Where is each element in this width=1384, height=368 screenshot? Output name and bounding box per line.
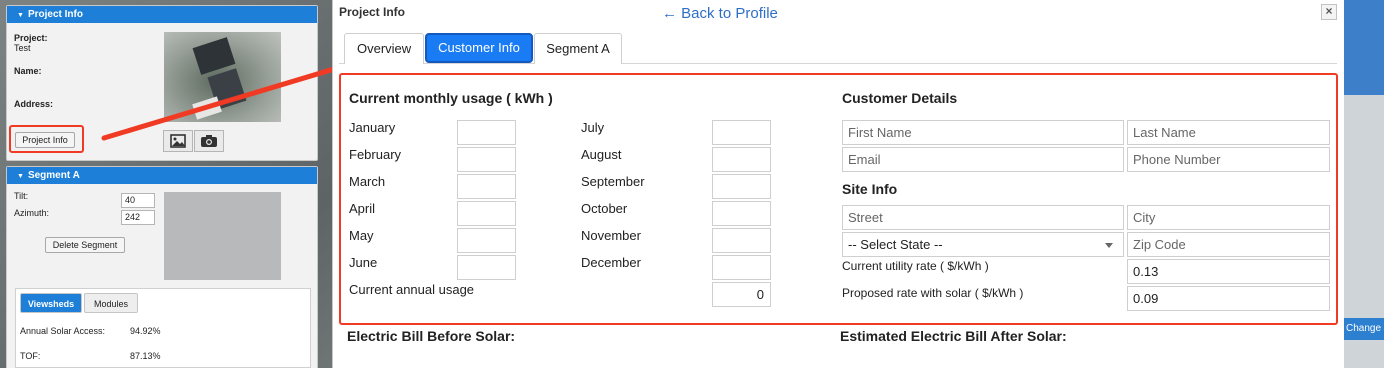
modal-title: Project Info xyxy=(339,5,406,19)
solar-rate-label: Proposed rate with solar ( $/kWh ) xyxy=(842,286,1024,300)
november-input[interactable] xyxy=(712,228,771,253)
bill-after-solar-heading: Estimated Electric Bill After Solar: xyxy=(840,328,1067,344)
month-label: February xyxy=(349,147,402,162)
back-to-profile-link[interactable]: ← Back to Profile xyxy=(662,5,778,22)
july-input[interactable] xyxy=(712,120,771,145)
solar-rate-input[interactable]: 0.09 xyxy=(1127,286,1330,311)
month-label: October xyxy=(581,201,628,216)
chevron-down-icon xyxy=(1105,243,1113,248)
city-field[interactable]: City xyxy=(1127,205,1330,230)
usage-heading: Current monthly usage ( kWh ) xyxy=(349,90,553,106)
february-input[interactable] xyxy=(457,147,516,172)
may-input[interactable] xyxy=(457,228,516,253)
june-input[interactable] xyxy=(457,255,516,280)
tab-overview[interactable]: Overview xyxy=(344,33,424,64)
last-name-field[interactable]: Last Name xyxy=(1127,120,1330,145)
utility-rate-label: Current utility rate ( $/kWh ) xyxy=(842,259,989,273)
site-info-heading: Site Info xyxy=(842,181,898,197)
april-input[interactable] xyxy=(457,201,516,226)
phone-number-field[interactable]: Phone Number xyxy=(1127,147,1330,172)
month-label: September xyxy=(581,174,645,189)
tab-customer-info[interactable]: Customer Info xyxy=(425,33,533,63)
january-input[interactable] xyxy=(457,120,516,145)
month-label: March xyxy=(349,174,386,189)
month-label: May xyxy=(349,228,374,243)
march-input[interactable] xyxy=(457,174,516,199)
utility-rate-input[interactable]: 0.13 xyxy=(1127,259,1330,284)
month-label: December xyxy=(581,255,641,270)
first-name-field[interactable]: First Name xyxy=(842,120,1124,145)
email-field[interactable]: Email xyxy=(842,147,1124,172)
annual-usage-input[interactable]: 0 xyxy=(712,282,771,307)
month-label: January xyxy=(349,120,396,135)
close-icon[interactable]: × xyxy=(1321,4,1337,20)
month-label: November xyxy=(581,228,641,243)
zip-code-field[interactable]: Zip Code xyxy=(1127,232,1330,257)
october-input[interactable] xyxy=(712,201,771,226)
bill-before-solar-heading: Electric Bill Before Solar: xyxy=(347,328,516,344)
september-input[interactable] xyxy=(712,174,771,199)
project-info-modal: Project Info ← Back to Profile × Overvie… xyxy=(332,0,1344,368)
state-select[interactable]: -- Select State -- xyxy=(842,232,1124,257)
annual-usage-label: Current annual usage xyxy=(349,282,475,297)
month-label: June xyxy=(349,255,378,270)
month-label: April xyxy=(349,201,376,216)
august-input[interactable] xyxy=(712,147,771,172)
month-label: July xyxy=(581,120,605,135)
december-input[interactable] xyxy=(712,255,771,280)
customer-details-heading: Customer Details xyxy=(842,90,958,106)
tab-segment-a[interactable]: Segment A xyxy=(534,33,622,64)
month-label: August xyxy=(581,147,622,162)
street-field[interactable]: Street xyxy=(842,205,1124,230)
